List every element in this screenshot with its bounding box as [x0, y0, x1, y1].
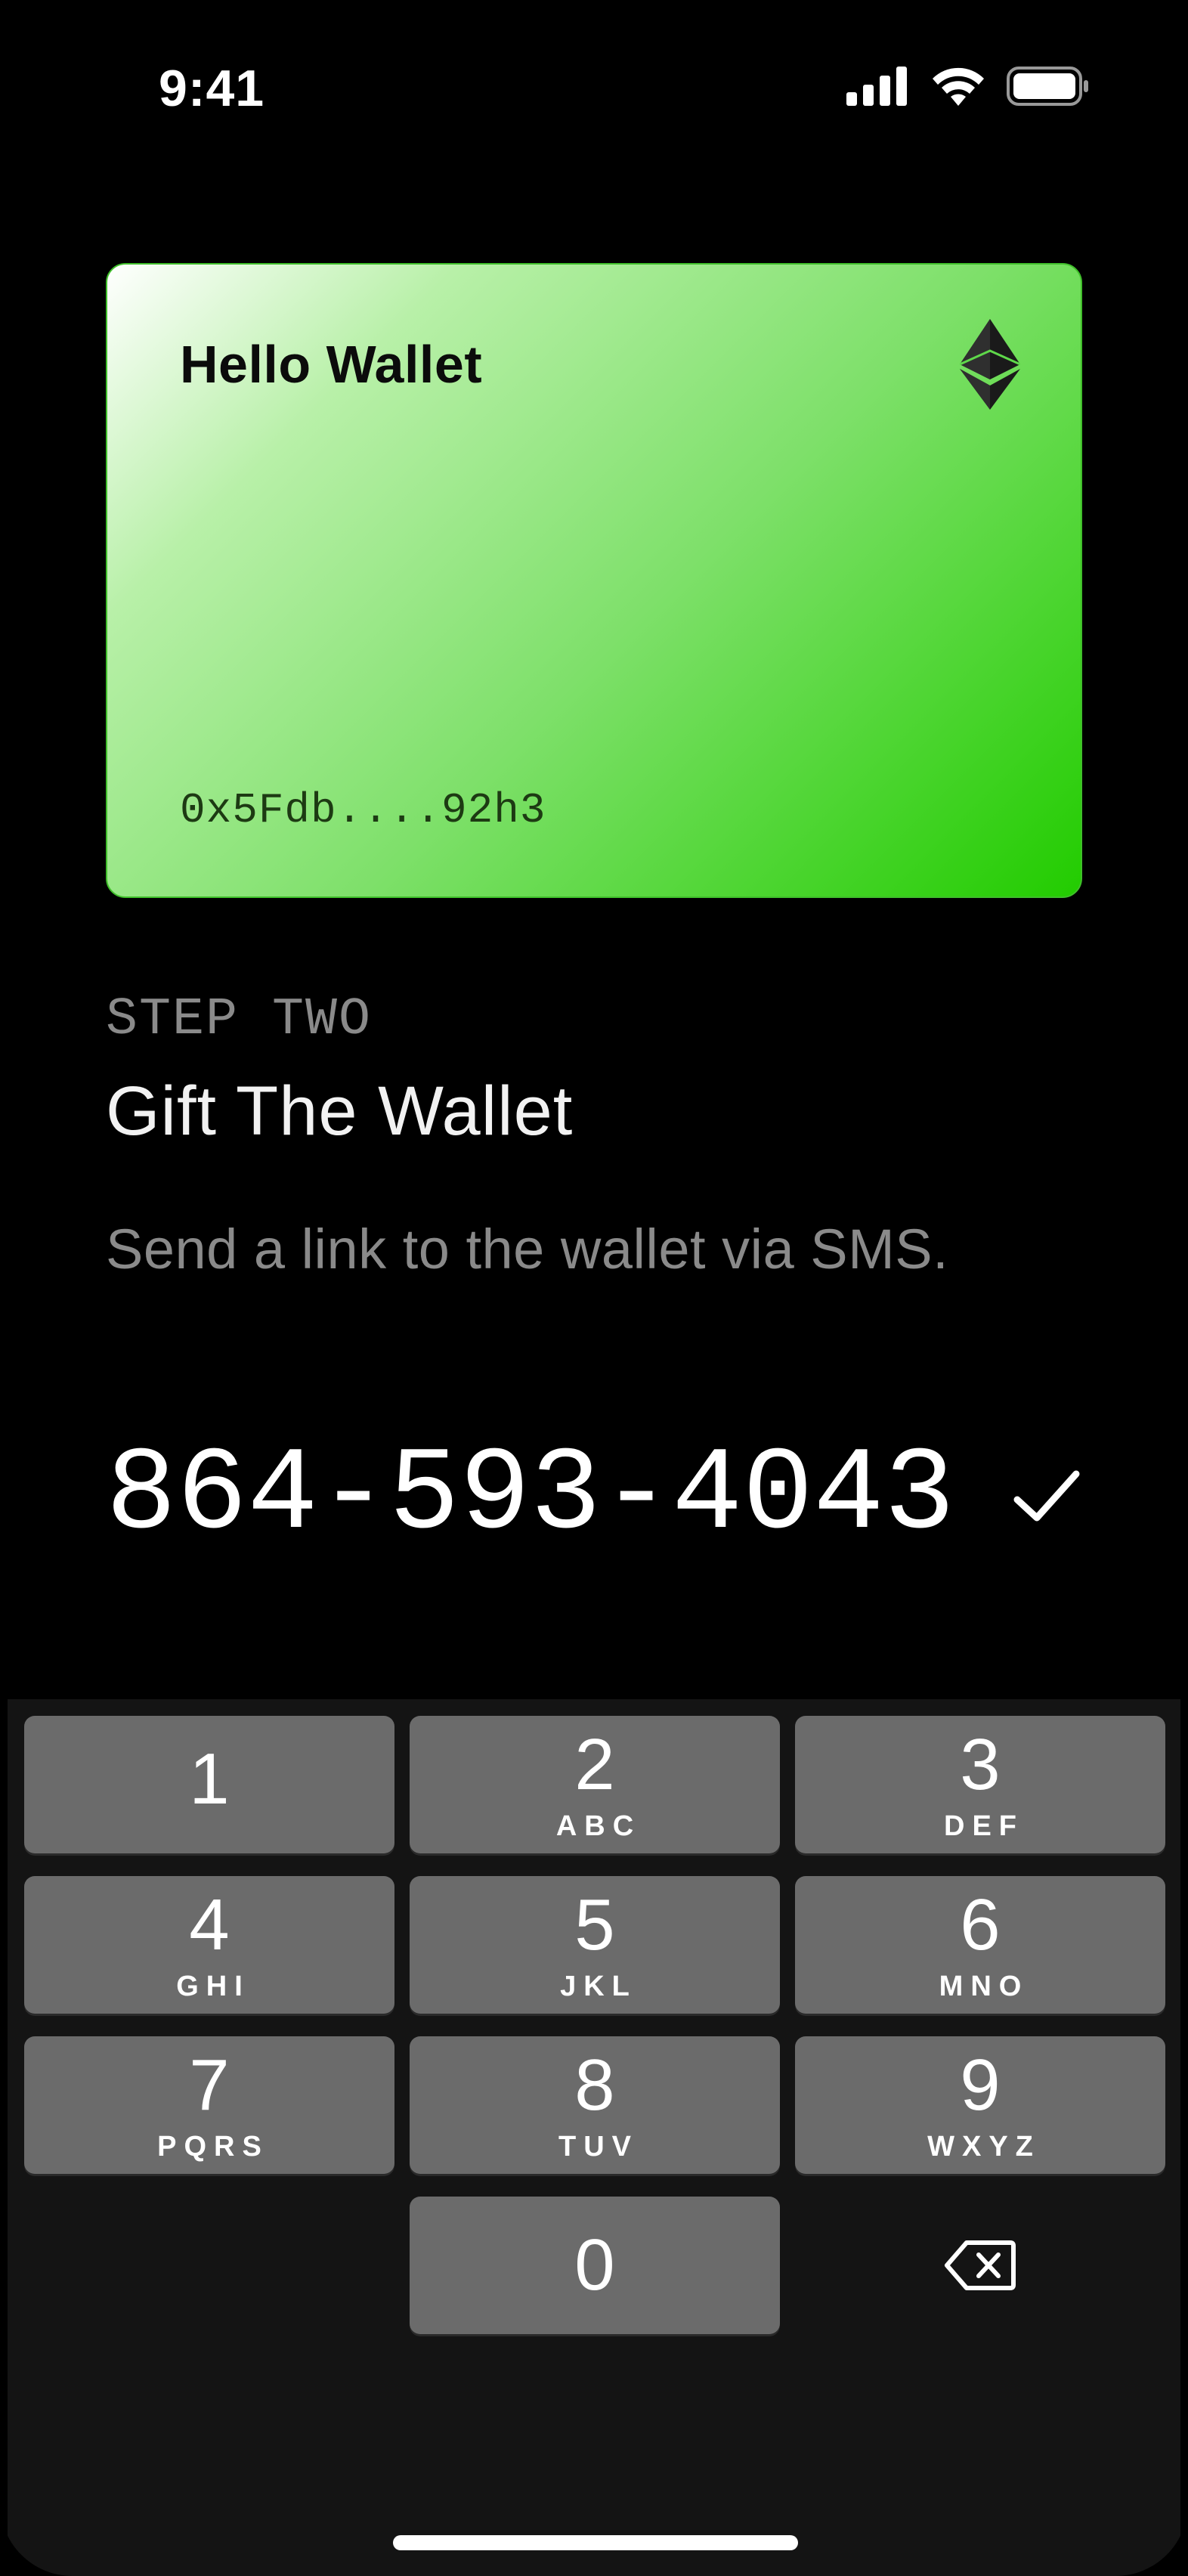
step-label: STEP TWO [106, 990, 373, 1050]
wifi-icon [933, 67, 984, 106]
key-digit: 1 [189, 1738, 230, 1819]
key-digit: 3 [960, 1724, 1001, 1805]
key-7[interactable]: 7 PQRS [24, 2036, 394, 2174]
battery-icon [1007, 67, 1088, 106]
key-letters: JKL [560, 1971, 637, 2002]
step-description: Send a link to the wallet via SMS. [106, 1218, 949, 1280]
step-title: Gift The Wallet [106, 1073, 574, 1150]
status-bar: 9:41 [0, 0, 1188, 174]
key-digit: 5 [574, 1884, 615, 1965]
key-letters: WXYZ [927, 2131, 1041, 2163]
status-icons [846, 67, 1090, 106]
numeric-keypad: 1 2 ABC 3 DEF 4 GHI 5 JKL 6 MNO 7 PQRS 8… [8, 1699, 1180, 2576]
key-letters: MNO [939, 1971, 1029, 2002]
key-digit: 7 [189, 2045, 230, 2126]
key-letters: TUV [558, 2131, 639, 2163]
key-letters: PQRS [157, 2131, 269, 2163]
key-8[interactable]: 8 TUV [410, 2036, 780, 2174]
key-9[interactable]: 9 WXYZ [795, 2036, 1165, 2174]
ethereum-icon [960, 319, 1020, 410]
key-letters: GHI [176, 1971, 250, 2002]
wallet-card[interactable]: Hello Wallet 0x5Fdb....92h3 [106, 263, 1082, 898]
backspace-icon [945, 2240, 1016, 2290]
key-4[interactable]: 4 GHI [24, 1876, 394, 2014]
phone-number-input[interactable]: 864-593-4043 [106, 1429, 954, 1562]
key-digit: 0 [574, 2225, 615, 2305]
wallet-title: Hello Wallet [180, 335, 483, 394]
key-digit: 9 [960, 2045, 1001, 2126]
key-digit: 2 [574, 1724, 615, 1805]
phone-screen: 9:41 Hello Wallet 0x5Fdb....92h3 STEP TW… [0, 0, 1188, 2576]
key-3[interactable]: 3 DEF [795, 1716, 1165, 1853]
key-6[interactable]: 6 MNO [795, 1876, 1165, 2014]
home-indicator[interactable] [393, 2535, 798, 2550]
key-digit: 6 [960, 1884, 1001, 1965]
wallet-address: 0x5Fdb....92h3 [180, 786, 546, 834]
key-0[interactable]: 0 [410, 2197, 780, 2334]
key-digit: 4 [189, 1884, 230, 1965]
key-digit: 8 [574, 2045, 615, 2126]
key-1[interactable]: 1 [24, 1716, 394, 1853]
key-2[interactable]: 2 ABC [410, 1716, 780, 1853]
cellular-signal-icon [846, 67, 907, 106]
checkmark-icon[interactable] [1013, 1466, 1081, 1527]
key-letters: DEF [944, 1810, 1024, 1842]
status-time: 9:41 [159, 60, 265, 117]
backspace-button[interactable] [795, 2197, 1165, 2334]
key-5[interactable]: 5 JKL [410, 1876, 780, 2014]
key-letters: ABC [555, 1810, 642, 1842]
